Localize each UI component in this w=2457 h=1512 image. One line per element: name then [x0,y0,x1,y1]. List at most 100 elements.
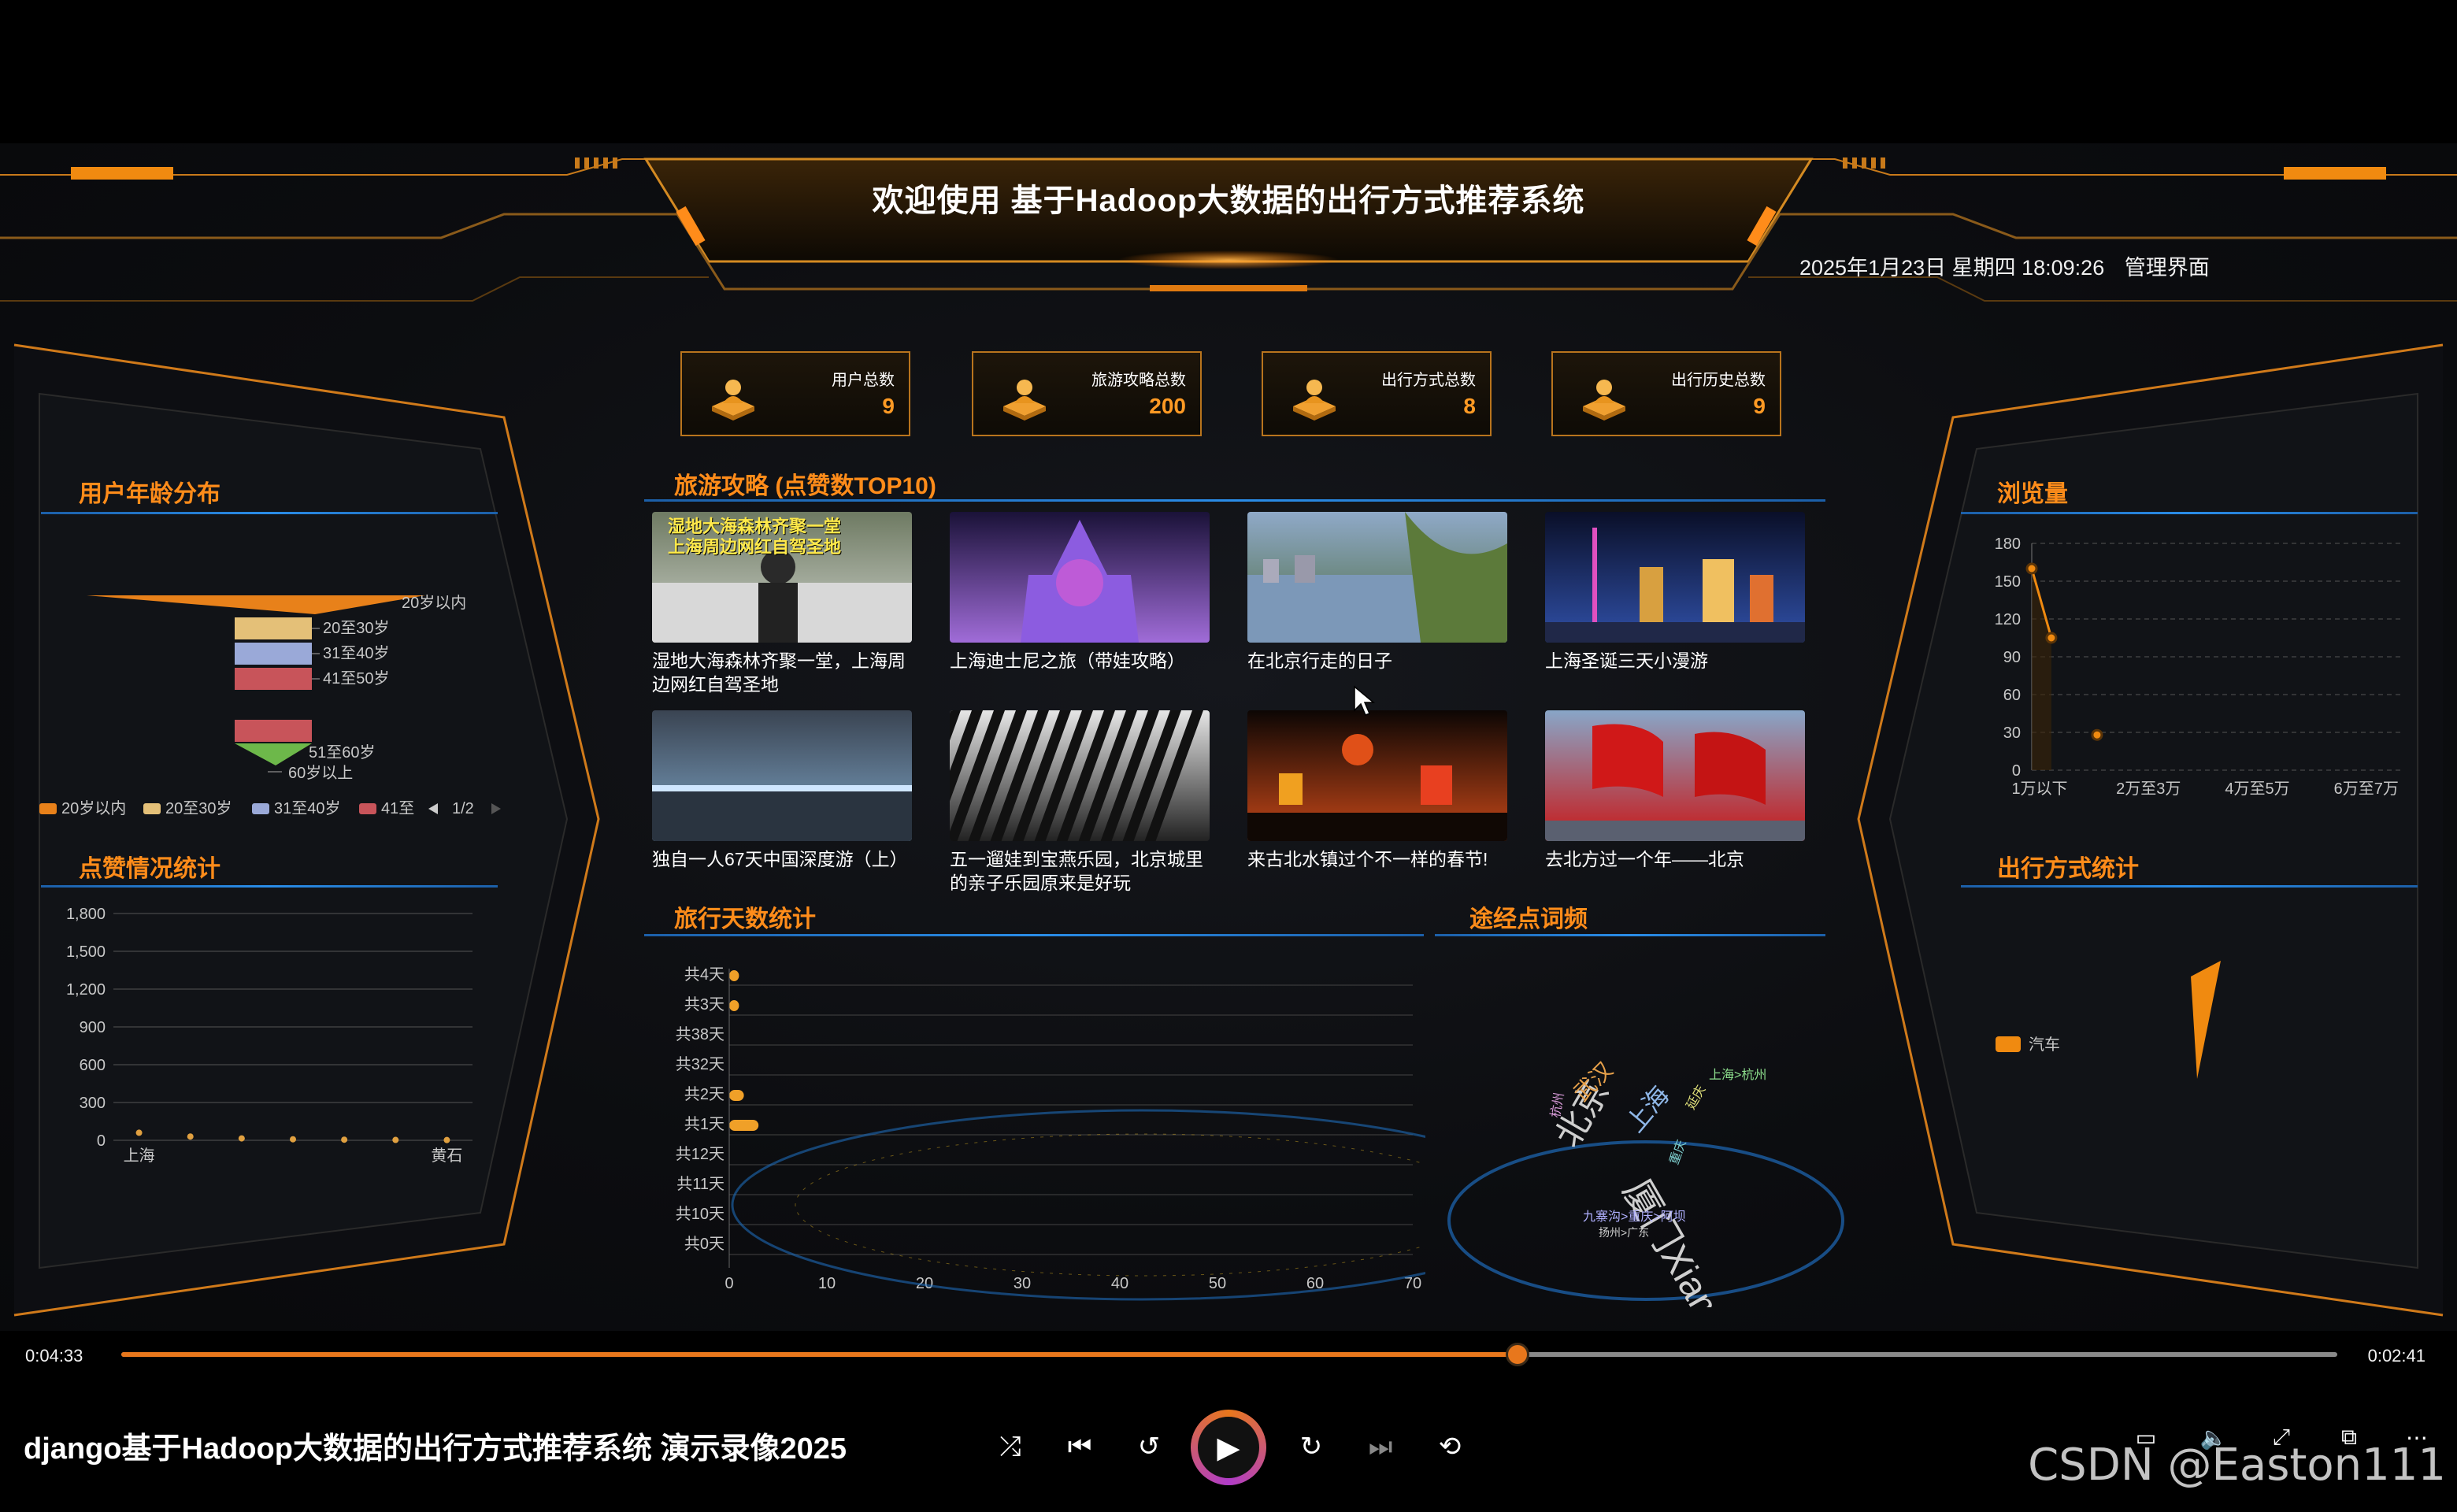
stat-value: 9 [882,394,895,418]
guide-card[interactable]: 五一遛娃到宝燕乐园，北京城里的亲子乐园原来是好玩 [950,710,1210,895]
guide-caption[interactable]: 湿地大海森林齐聚一堂，上海周边网红自驾圣地 [652,649,912,696]
guide-caption[interactable]: 上海圣诞三天小漫游 [1545,649,1805,696]
days-ytick: 共11天 [676,1175,724,1193]
guide-card[interactable]: 去北方过一个年——北京 [1545,710,1805,895]
funnel-segment-1 [235,617,312,639]
likes-ytick: 900 [80,1019,106,1036]
guide-caption[interactable]: 上海迪士尼之旅（带娃攻略） [950,649,1210,696]
views-xtick: 1万以下 [2011,780,2067,798]
transport-pie-chart: 汽车 [1996,961,2221,1079]
stat-card: 出行方式总数 8 [1262,351,1492,436]
days-bar [729,1090,744,1101]
guide-image[interactable] [1545,512,1805,643]
funnel-legend-label: 31至40岁 [274,799,341,817]
guide-image[interactable] [1545,710,1805,841]
funnel-segment-0 [87,595,425,614]
guide-card[interactable]: 在北京行走的日子 [1247,512,1507,696]
views-xtick: 4万至5万 [2225,780,2289,798]
rewind-10-icon[interactable]: ↺ [1129,1427,1169,1466]
guide-card[interactable]: 湿地大海森林齐聚一堂 上海周边网红自驾圣地 湿地大海森林齐聚一堂，上海周边网红自… [652,512,912,696]
transport-icon [1293,380,1336,421]
guide-caption[interactable]: 独自一人67天中国深度游（上） [652,847,912,895]
likes-point [238,1135,245,1142]
likes-area-chart: 0 300 600 900 1,200 1,500 1,800 上海 黄石 [66,906,472,1165]
views-xtick: 6万至7万 [2334,780,2399,798]
days-bar-chart: 共4天共3天共38天共32天共2天共1天共12天共11天共10天共0天0 10 20… [676,965,1425,1301]
guide-image[interactable] [652,710,912,841]
likes-ytick: 300 [80,1095,106,1112]
guide-icon [1003,380,1046,421]
guide-card[interactable]: 上海圣诞三天小漫游 [1545,512,1805,696]
shuffle-icon[interactable]: ⤮ [991,1427,1030,1466]
likes-xtick: 上海 [124,1147,155,1165]
guide-card[interactable]: 来古北水镇过个不一样的春节! [1247,710,1507,895]
views-point [2025,562,2038,575]
forward-30-icon[interactable]: ↻ [1292,1427,1331,1466]
progress-track[interactable] [121,1343,2337,1366]
guide-caption[interactable]: 来古北水镇过个不一样的春节! [1247,847,1507,895]
stat-label: 用户总数 [832,372,895,389]
guide-caption[interactable]: 去北方过一个年——北京 [1545,847,1805,895]
days-ytick: 共32天 [676,1055,724,1073]
days-bar [729,1000,739,1011]
stat-label: 出行方式总数 [1381,372,1476,389]
repeat-off-icon[interactable]: ⟲ [1430,1427,1469,1466]
stat-label: 旅游攻略总数 [1091,372,1186,389]
funnel-label-2: 31至40岁 [323,644,390,662]
transport-section-title: 出行方式统计 [1997,856,2139,882]
mouse-cursor [1354,685,1376,716]
previous-icon[interactable]: ⏮ [1060,1427,1099,1466]
funnel-segment-2 [235,643,312,665]
likes-point [135,1129,143,1136]
views-ytick: 60 [2003,687,2021,704]
views-ytick: 30 [2003,724,2021,742]
play-button[interactable]: ▶ [1191,1410,1266,1485]
video-title: django基于Hadoop大数据的出行方式推荐系统 演示录像2025 [24,1432,847,1466]
views-line-chart: 0 30 60 90 120 150 180 1万以下 2万至3万 4万至5万 6万至7万 [1995,536,2402,798]
guide-image[interactable] [950,512,1210,643]
guide-image-overlay-text: 湿地大海森林齐聚一堂 上海周边网红自驾圣地 [668,517,842,557]
guide-image[interactable] [1247,710,1507,841]
cloud-word: 上海>杭州 [1709,1068,1766,1082]
guides-divider [644,499,1825,502]
guide-image[interactable]: 湿地大海森林齐聚一堂 上海周边网红自驾圣地 [652,512,912,643]
transport-slice [2191,961,2221,1079]
page-title: 欢迎使用 基于Hadoop大数据的出行方式推荐系统 [872,183,1585,218]
views-ytick: 180 [1995,536,2021,553]
funnel-legend-swatch [143,803,161,814]
views-point [2045,632,2058,644]
guide-caption[interactable]: 在北京行走的日子 [1247,649,1507,696]
days-ytick: 共1天 [684,1115,724,1133]
guide-card[interactable]: 上海迪士尼之旅（带娃攻略） [950,512,1210,696]
funnel-legend-swatch [252,803,269,814]
funnel-legend-swatch [359,803,376,814]
progress-handle[interactable] [1505,1343,1529,1366]
funnel-legend-label: 20岁以内 [61,799,126,817]
guide-card[interactable]: 独自一人67天中国深度游（上） [652,710,912,895]
admin-link[interactable]: 管理界面 [2125,256,2210,280]
guide-caption[interactable]: 五一遛娃到宝燕乐园，北京城里的亲子乐园原来是好玩 [950,847,1210,895]
cloud-word: 上海 [1621,1080,1675,1137]
funnel-label-4: 51至60岁 [309,743,376,762]
progress-fill [121,1352,1518,1357]
guides-section-title: 旅游攻略 (点赞数TOP10) [674,473,936,499]
age-divider [41,512,498,514]
views-ytick: 120 [1995,611,2021,628]
days-xtick: 50 [1209,1275,1226,1292]
guide-image[interactable] [950,710,1210,841]
likes-point [392,1136,399,1143]
views-divider [1961,512,2418,514]
video-player-bar: 0:04:33 0:02:41 django基于Hadoop大数据的出行方式推荐… [0,1331,2457,1512]
next-icon[interactable]: ⏭ [1361,1427,1400,1466]
stat-value: 8 [1463,394,1476,418]
stat-value: 200 [1149,394,1186,418]
header-datetime: 2025年1月23日 星期四 18:09:26 管理界面 [1799,250,2210,281]
age-funnel-chart: 20岁以内 20至30岁 31至40岁 41至50岁 51至60岁 60岁以上 20岁以内 2… [39,594,501,817]
cloud-word: 厦门Xiamen [1614,1173,1752,1307]
days-bar [729,1120,759,1131]
guide-image[interactable] [1247,512,1507,643]
funnel-legend-label: 41至 [381,800,414,817]
stat-card: 旅游攻略总数 200 [972,351,1202,436]
days-xtick: 30 [1014,1275,1031,1292]
legend-page: 1/2 [452,800,474,817]
